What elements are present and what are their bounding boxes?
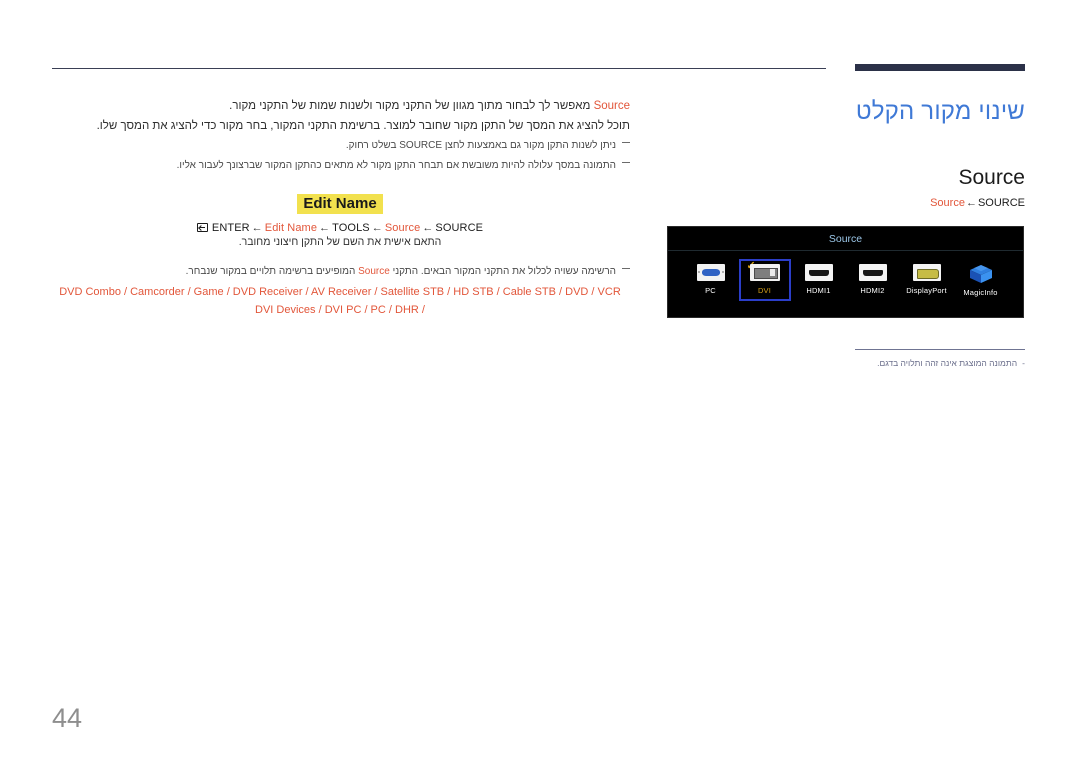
paragraph-1: Source מאפשר לך לבחור מתוך מגוון של התקנ… bbox=[50, 96, 630, 116]
source-item-hdmi1[interactable]: HDMI1 bbox=[793, 259, 845, 301]
osd-footnote-rule bbox=[855, 349, 1025, 350]
navpath-arrow-icon-3: ← bbox=[371, 222, 383, 234]
displayport-icon bbox=[912, 264, 941, 282]
osd-footnote-text: התמונה המוצגת אינה זהה ותלויה בדגם. bbox=[877, 358, 1018, 368]
note-3-prefix: הרשימה עשויה לכלול את התקני המקור הבאים.… bbox=[389, 266, 616, 277]
breadcrumb-arrow-icon: ← bbox=[965, 197, 977, 209]
edit-name-heading-wrap: Edit Name bbox=[50, 194, 630, 214]
osd-source-list: PC ✓ DVI HDMI1 HDMI2 DisplayPort bbox=[668, 251, 1023, 303]
paragraph-1-text: מאפשר לך לבחור מתוך מגוון של התקני מקור … bbox=[229, 100, 594, 112]
edit-name-heading: Edit Name bbox=[297, 194, 383, 214]
page-title: שינוי מקור הקלט bbox=[855, 98, 1025, 125]
hdmi-icon bbox=[804, 264, 833, 282]
paragraph-1-accent: Source bbox=[593, 100, 630, 112]
navpath-edit-name: Edit Name bbox=[264, 222, 318, 234]
breadcrumb-root: SOURCE bbox=[977, 197, 1025, 209]
device-list-line-2: DVI Devices / DVI PC / PC / DHR / bbox=[255, 304, 425, 316]
source-item-pc[interactable]: PC bbox=[685, 259, 737, 301]
navpath-arrow-icon-2: ← bbox=[319, 222, 331, 234]
dvi-icon bbox=[749, 264, 780, 282]
note-3-suffix: המופיעים ברשימה תלויים במקור שנבחר. bbox=[185, 266, 359, 277]
magicinfo-cube-icon bbox=[969, 264, 993, 284]
edit-name-subcaption: התאם אישית את השם של התקן חיצוני מחובר. bbox=[238, 236, 442, 248]
source-item-label: HDMI1 bbox=[806, 286, 831, 295]
source-item-displayport[interactable]: DisplayPort bbox=[901, 259, 953, 301]
body-column: Source מאפשר לך לבחור מתוך מגוון של התקנ… bbox=[50, 96, 630, 318]
navigation-path: ENTER ← Edit Name ← TOOLS ← Source ← SOURCE bbox=[50, 222, 630, 234]
navpath-source: Source bbox=[384, 222, 421, 234]
navpath-source-root: SOURCE bbox=[435, 222, 484, 234]
source-item-label: PC bbox=[705, 286, 716, 295]
note-1: ניתן לשנות התקן מקור גם באמצעות לחצן SOU… bbox=[50, 136, 630, 156]
source-item-dvi[interactable]: ✓ DVI bbox=[738, 259, 791, 301]
note-3-accent: Source bbox=[358, 266, 390, 277]
osd-footnote: -התמונה המוצגת אינה זהה ותלויה בדגם. bbox=[605, 358, 1025, 368]
source-item-label: DVI bbox=[757, 286, 772, 295]
source-item-magicinfo[interactable]: MagicInfo bbox=[955, 259, 1007, 303]
source-item-label: HDMI2 bbox=[860, 286, 885, 295]
header-rule-thin bbox=[52, 68, 826, 69]
note-3: הרשימה עשויה לכלול את התקני המקור הבאים.… bbox=[50, 262, 630, 282]
navpath-arrow-icon-1: ← bbox=[251, 222, 263, 234]
page-root: שינוי מקור הקלט Source Source←SOURCE Sou… bbox=[0, 0, 1080, 763]
source-item-hdmi2[interactable]: HDMI2 bbox=[847, 259, 899, 301]
navpath-enter: ENTER bbox=[211, 222, 250, 234]
navpath-arrow-icon-4: ← bbox=[422, 222, 434, 234]
osd-title: Source bbox=[668, 227, 1023, 251]
section-title: Source bbox=[958, 166, 1025, 189]
breadcrumb: Source←SOURCE bbox=[605, 197, 1025, 209]
source-osd-panel: Source PC ✓ DVI HDMI1 HDMI2 Displa bbox=[667, 226, 1024, 318]
breadcrumb-current: Source bbox=[930, 197, 965, 209]
note-2: התמונה במסך עלולה להיות משובשת אם תבחר ה… bbox=[50, 156, 630, 176]
vga-icon bbox=[696, 264, 725, 282]
header-rule-thick bbox=[855, 64, 1025, 71]
enter-icon bbox=[196, 223, 208, 232]
device-list-line-1: DVD Combo / Camcorder / Game / DVD Recei… bbox=[59, 286, 621, 298]
source-item-label: MagicInfo bbox=[963, 288, 998, 297]
note-3-block: הרשימה עשויה לכלול את התקני המקור הבאים.… bbox=[50, 262, 630, 318]
navpath-tools: TOOLS bbox=[332, 222, 370, 234]
page-number: 44 bbox=[52, 703, 83, 733]
source-item-label: DisplayPort bbox=[906, 286, 947, 295]
osd-footnote-dash: - bbox=[1022, 358, 1025, 368]
hdmi-icon bbox=[858, 264, 887, 282]
paragraph-2: תוכל להציג את המסך של התקן מקור שחובר למ… bbox=[96, 120, 630, 132]
